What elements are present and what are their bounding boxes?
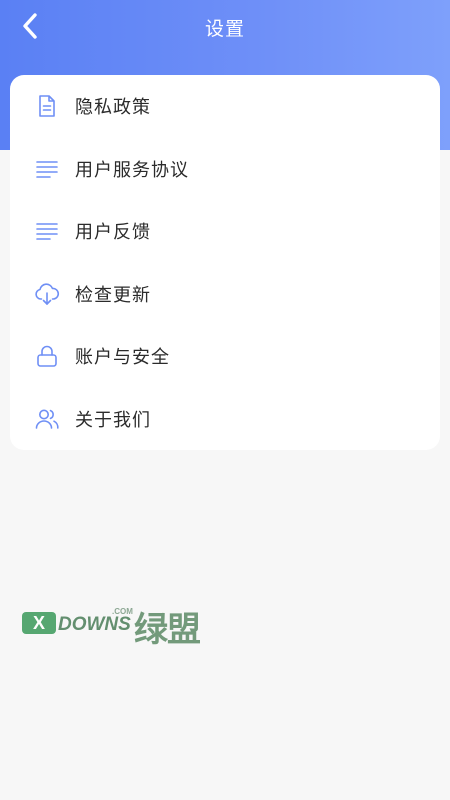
document-icon bbox=[34, 93, 60, 119]
watermark-cn: 绿盟 bbox=[134, 610, 201, 650]
watermark-domain: .COM bbox=[112, 607, 133, 616]
menu-item-account-security[interactable]: 账户与安全 bbox=[10, 325, 440, 388]
users-icon bbox=[34, 406, 60, 432]
menu-item-privacy-policy[interactable]: 隐私政策 bbox=[10, 75, 440, 138]
menu-item-label: 检查更新 bbox=[75, 284, 151, 306]
title-bar: 设置 bbox=[0, 0, 450, 52]
text-lines-icon bbox=[34, 218, 60, 244]
text-lines-icon bbox=[34, 156, 60, 182]
settings-menu-card: 隐私政策 用户服务协议 用户反馈 检查更新 账户与安全 关于我们 bbox=[10, 75, 440, 450]
menu-item-label: 用户服务协议 bbox=[75, 159, 189, 181]
cloud-download-icon bbox=[34, 281, 60, 307]
menu-item-label: 隐私政策 bbox=[75, 97, 151, 119]
lock-icon bbox=[34, 343, 60, 369]
menu-item-label: 关于我们 bbox=[75, 409, 151, 431]
watermark-logo: X DOWNS .COM 绿盟 bbox=[22, 604, 212, 650]
page-title: 设置 bbox=[204, 18, 245, 40]
menu-item-about-us[interactable]: 关于我们 bbox=[10, 388, 440, 451]
menu-item-label: 账户与安全 bbox=[75, 347, 170, 369]
menu-item-user-feedback[interactable]: 用户反馈 bbox=[10, 200, 440, 263]
menu-item-check-update[interactable]: 检查更新 bbox=[10, 263, 440, 326]
watermark-x: X bbox=[22, 612, 56, 634]
menu-item-user-agreement[interactable]: 用户服务协议 bbox=[10, 138, 440, 201]
watermark-brand: DOWNS bbox=[58, 614, 131, 635]
menu-item-label: 用户反馈 bbox=[75, 222, 151, 244]
